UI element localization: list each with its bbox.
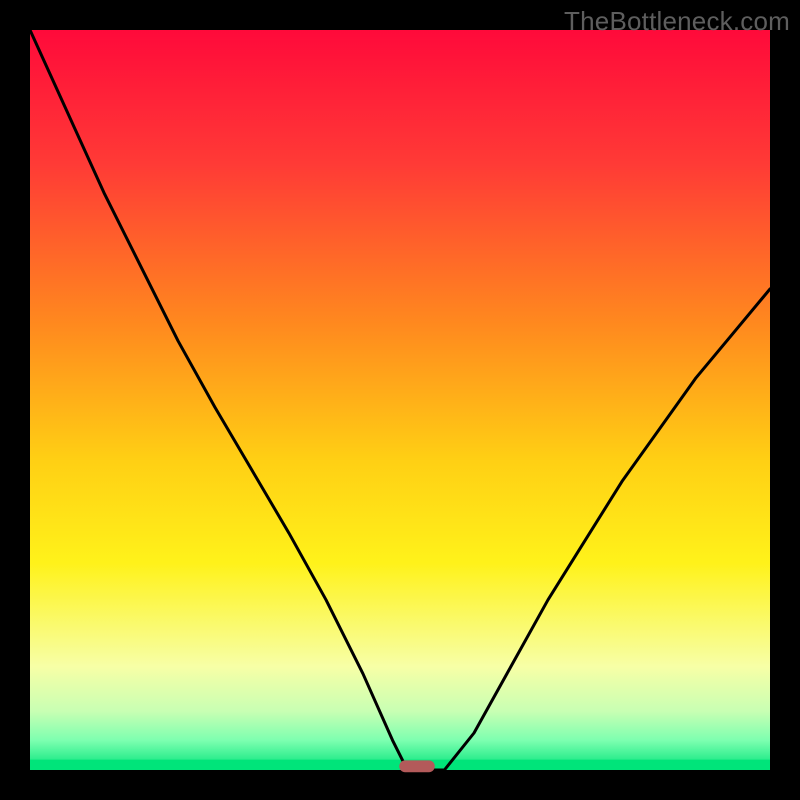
bottleneck-chart (0, 0, 800, 800)
optimum-marker (399, 760, 435, 772)
watermark-text: TheBottleneck.com (564, 6, 790, 37)
chart-container: TheBottleneck.com (0, 0, 800, 800)
plot-background (30, 30, 770, 770)
